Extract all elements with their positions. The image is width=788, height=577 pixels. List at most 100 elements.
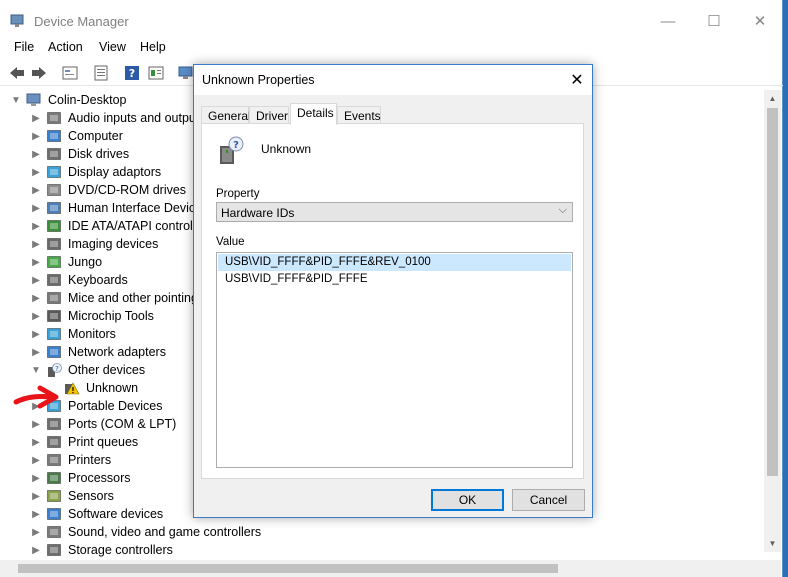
value-row[interactable]: USB\VID_FFFF&PID_FFFE — [218, 271, 571, 288]
back-icon[interactable] — [7, 63, 27, 83]
chevron-down-icon: ⌵ — [558, 204, 567, 216]
menu-file[interactable]: File — [14, 40, 34, 54]
scroll-thumb[interactable] — [767, 108, 778, 476]
scroll-down-icon[interactable]: ▼ — [764, 535, 781, 552]
tree-category-item[interactable]: ▶ Audio inputs and outputs — [30, 109, 205, 127]
tree-item-label: DVD/CD-ROM drives — [68, 183, 187, 197]
menu-view[interactable]: View — [99, 40, 126, 54]
chevron-right-icon[interactable]: ▶ — [30, 217, 42, 235]
tree-category-item[interactable]: ▶ Display adaptors — [30, 163, 161, 181]
chevron-right-icon[interactable]: ▶ — [30, 199, 42, 217]
chevron-right-icon[interactable]: ▶ — [30, 253, 42, 271]
ide-icon — [47, 220, 61, 232]
scroll-up-icon[interactable]: ▲ — [764, 90, 781, 107]
tree-item-label: Keyboards — [68, 273, 128, 287]
chevron-right-icon[interactable]: ▶ — [30, 289, 42, 307]
properties-dialog: Unknown Properties ✕ General Driver Deta… — [193, 64, 593, 518]
chevron-right-icon[interactable]: ▶ — [30, 163, 42, 181]
tree-root-label: Colin-Desktop — [48, 93, 127, 107]
cancel-button[interactable]: Cancel — [512, 489, 585, 511]
tree-category-item[interactable]: ▶ Computer — [30, 127, 123, 145]
tree-item-label: Printers — [68, 453, 112, 467]
chevron-right-icon[interactable]: ▶ — [30, 325, 42, 343]
menu-action[interactable]: Action — [48, 40, 83, 54]
properties-icon[interactable] — [60, 63, 80, 83]
chevron-right-icon[interactable]: ▶ — [30, 487, 42, 505]
storage-icon — [47, 544, 61, 556]
dialog-title-bar[interactable]: Unknown Properties ✕ — [194, 65, 592, 95]
chevron-down-icon[interactable]: ▼ — [10, 91, 22, 109]
dialog-close-button[interactable]: ✕ — [562, 65, 592, 95]
tree-category-item[interactable]: ▶ Disk drives — [30, 145, 129, 163]
close-button[interactable]: ✕ — [737, 6, 783, 36]
disk-icon — [47, 148, 61, 160]
value-label: Value — [216, 236, 245, 248]
tree-category-item[interactable]: ▶ Print queues — [30, 433, 138, 451]
chevron-right-icon[interactable]: ▶ — [30, 541, 42, 559]
tree-category-item[interactable]: ▶ IDE ATA/ATAPI controllers — [30, 217, 213, 235]
tree-item-label: Software devices — [68, 507, 164, 521]
chevron-down-icon[interactable]: ▼ — [30, 361, 42, 379]
tab-details[interactable]: Details — [290, 103, 337, 125]
chevron-right-icon[interactable]: ▶ — [30, 181, 42, 199]
forward-icon[interactable] — [29, 63, 49, 83]
chevron-right-icon[interactable]: ▶ — [30, 235, 42, 253]
chevron-right-icon[interactable]: ▶ — [30, 415, 42, 433]
value-list[interactable]: USB\VID_FFFF&PID_FFFE&REV_0100 USB\VID_F… — [216, 252, 573, 468]
tree-item-label: Jungo — [68, 255, 103, 269]
vertical-scrollbar[interactable]: ▲ ▼ — [764, 90, 781, 552]
unknown-device-icon: ? — [220, 136, 244, 164]
tree-category-item[interactable]: ▶ Monitors — [30, 325, 116, 343]
chevron-right-icon[interactable]: ▶ — [30, 145, 42, 163]
tree-category-item[interactable]: ▶ Printers — [30, 451, 111, 469]
view-icon[interactable] — [146, 63, 166, 83]
tree-category-item[interactable]: ▶ Network adapters — [30, 343, 166, 361]
update-icon[interactable] — [91, 63, 111, 83]
printer-icon — [47, 454, 61, 466]
tree-category-item[interactable]: ▶ Sound, video and game controllers — [30, 523, 261, 541]
chevron-right-icon[interactable]: ▶ — [30, 307, 42, 325]
tree-category-item[interactable]: ▶ Sensors — [30, 487, 114, 505]
title-bar[interactable]: Device Manager — ☐ ✕ — [0, 6, 783, 36]
tree-root[interactable]: ▼ Colin-Desktop — [10, 91, 127, 109]
tree-category-item[interactable]: ▼? Other devices — [30, 361, 145, 379]
tree-category-item[interactable]: ▶ Ports (COM & LPT) — [30, 415, 176, 433]
chevron-right-icon[interactable]: ▶ — [30, 271, 42, 289]
chevron-right-icon[interactable]: ▶ — [30, 505, 42, 523]
horizontal-scrollbar[interactable] — [0, 560, 764, 577]
menu-bar: File Action View Help — [0, 37, 783, 57]
tree-category-item[interactable]: ▶ Jungo — [30, 253, 102, 271]
tree-category-item[interactable]: ▶ Microchip Tools — [30, 307, 154, 325]
tree-category-item[interactable]: ▶ DVD/CD-ROM drives — [30, 181, 186, 199]
chevron-right-icon[interactable]: ▶ — [30, 451, 42, 469]
value-row[interactable]: USB\VID_FFFF&PID_FFFE&REV_0100 — [218, 254, 571, 271]
ok-button[interactable]: OK — [431, 489, 504, 511]
chevron-right-icon[interactable]: ▶ — [30, 469, 42, 487]
tab-general[interactable]: General — [201, 106, 251, 124]
tree-category-item[interactable]: ▶ Storage controllers — [30, 541, 173, 559]
chevron-right-icon[interactable]: ▶ — [30, 433, 42, 451]
property-select[interactable]: Hardware IDs ⌵ — [216, 202, 573, 222]
chevron-right-icon[interactable]: ▶ — [30, 343, 42, 361]
tree-category-item[interactable]: ▶ Imaging devices — [30, 235, 158, 253]
unknown-device-icon: ? — [48, 363, 62, 377]
menu-help[interactable]: Help — [140, 40, 166, 54]
tree-category-item[interactable]: ▶ Software devices — [30, 505, 163, 523]
tab-events[interactable]: Events — [337, 106, 381, 124]
sound-icon — [47, 526, 61, 538]
minimize-button[interactable]: — — [645, 6, 691, 36]
tree-item-label: Portable Devices — [68, 399, 163, 413]
chevron-right-icon[interactable]: ▶ — [30, 109, 42, 127]
maximize-button[interactable]: ☐ — [691, 6, 737, 36]
tree-item-label: Sensors — [68, 489, 114, 503]
tab-driver[interactable]: Driver — [249, 106, 289, 124]
tree-item-label: Network adapters — [68, 345, 166, 359]
help-icon[interactable]: ? — [122, 63, 142, 83]
property-label: Property — [216, 188, 260, 200]
chevron-right-icon[interactable]: ▶ — [30, 127, 42, 145]
tree-category-item[interactable]: ▶ Processors — [30, 469, 130, 487]
hscroll-thumb[interactable] — [18, 564, 558, 573]
tree-category-item[interactable]: ▶ Human Interface Devices — [30, 199, 208, 217]
chevron-right-icon[interactable]: ▶ — [30, 523, 42, 541]
tree-category-item[interactable]: ▶ Keyboards — [30, 271, 128, 289]
